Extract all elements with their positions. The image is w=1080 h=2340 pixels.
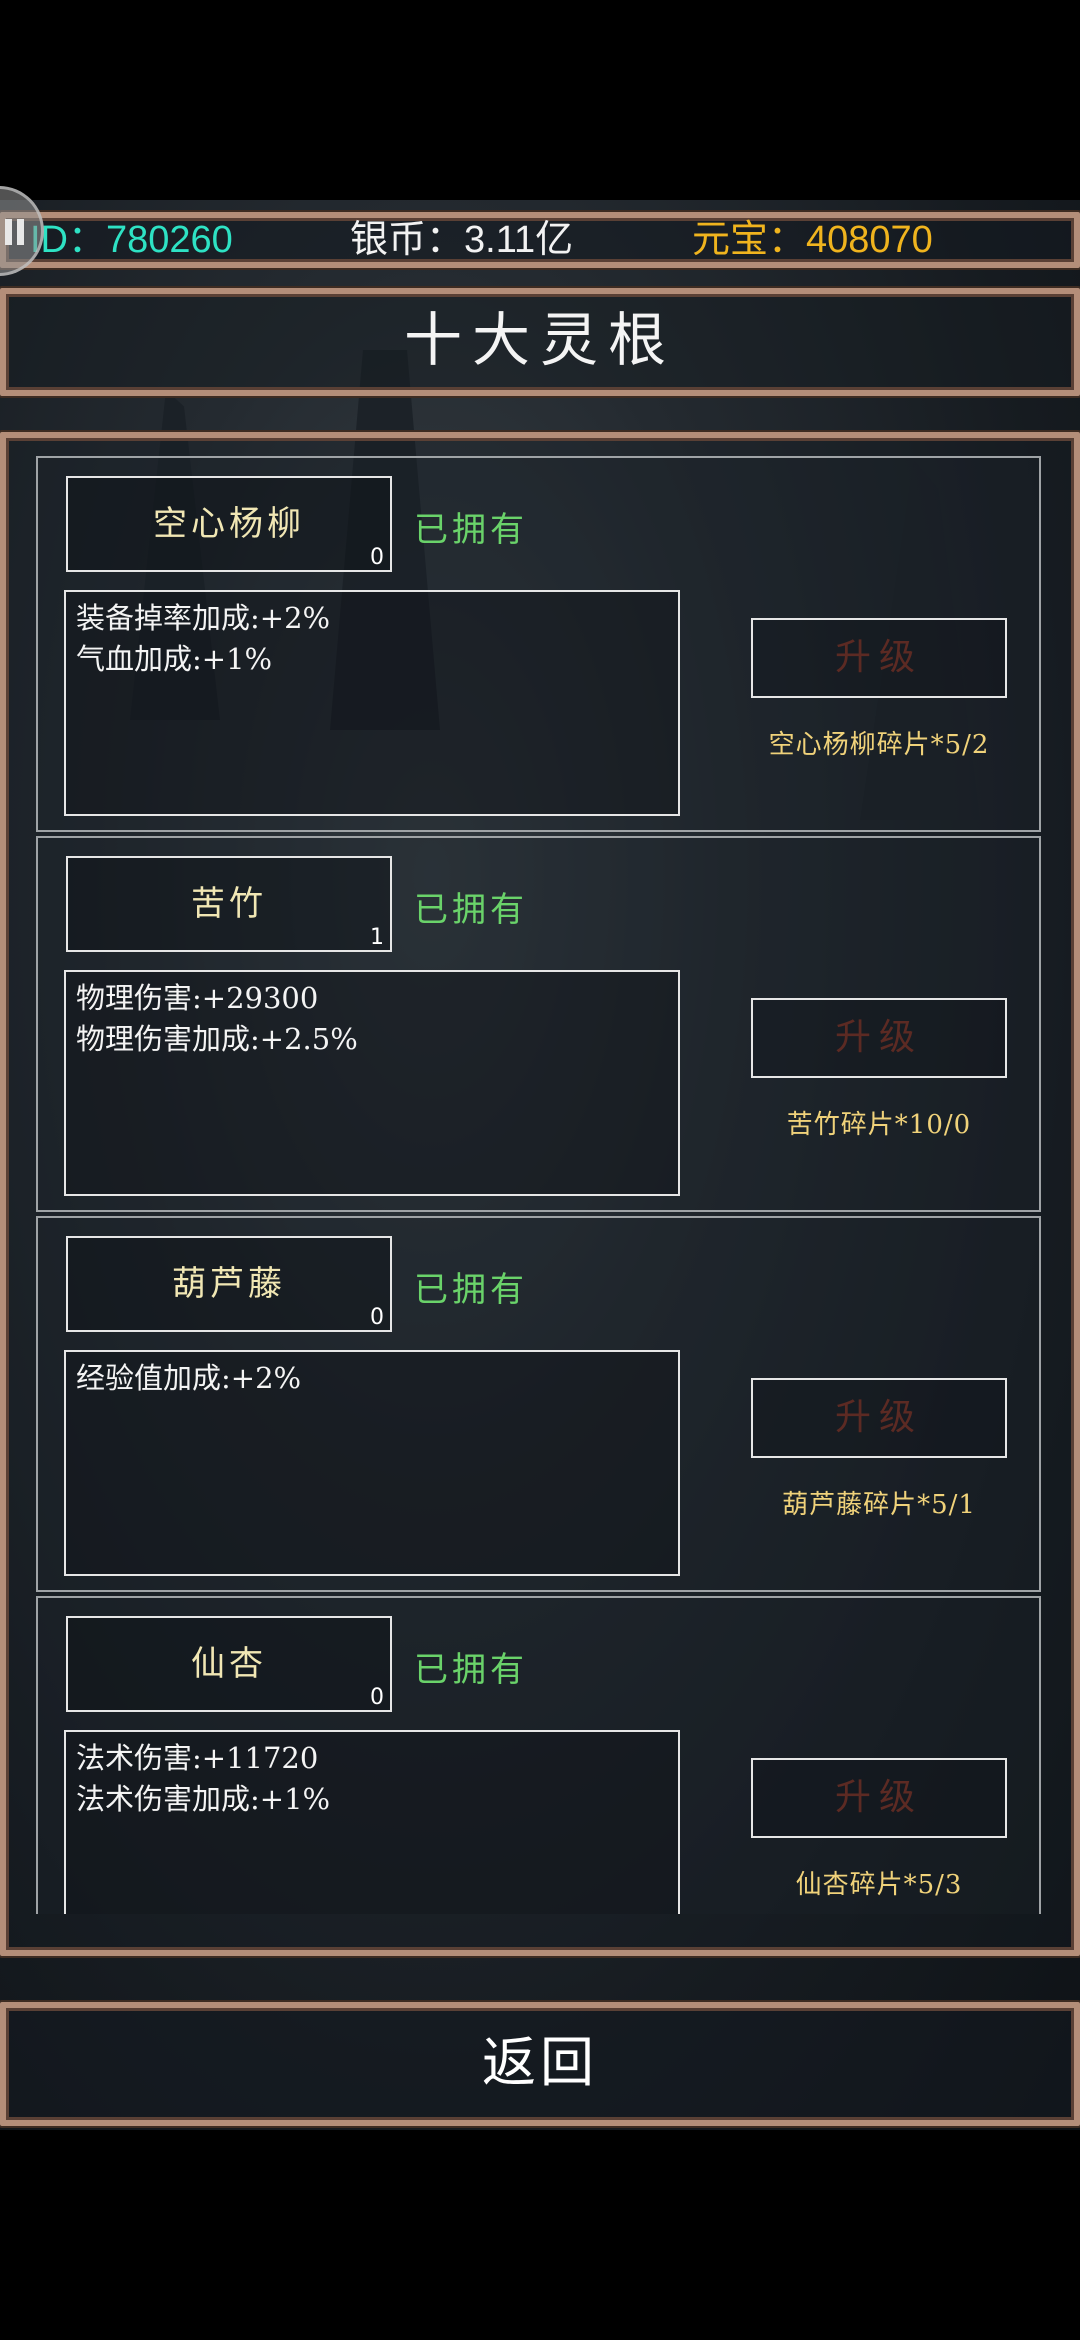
owned-status: 已拥有	[414, 1270, 528, 1310]
attribute-line: 经验值加成:+2%	[76, 1361, 302, 1395]
fragment-count: 空心杨柳碎片*5/2	[768, 730, 990, 760]
page-title: 十大灵根	[403, 306, 676, 374]
root-name-box[interactable]: 仙杏 0	[66, 1616, 392, 1712]
root-count: 0	[370, 1685, 384, 1710]
spirit-root-card: 苦竹 1 已拥有 物理伤害:+29300 物理伤害加成:+2.5% 升级 苦竹碎…	[36, 836, 1041, 1212]
silver-coin-count: 银币：3.11亿	[350, 219, 574, 261]
root-name: 苦竹	[191, 884, 267, 924]
attribute-line: 物理伤害:+29300	[76, 981, 319, 1015]
spirit-root-list[interactable]: 空心杨柳 0 已拥有 装备掉率加成:+2% 气血加成:+1% 升级 空心杨柳碎片…	[36, 456, 1041, 1914]
owned-status: 已拥有	[414, 1650, 528, 1690]
attribute-line: 物理伤害加成:+2.5%	[76, 1022, 358, 1056]
spirit-root-card: 葫芦藤 0 已拥有 经验值加成:+2% 升级 葫芦藤碎片*5/1	[36, 1216, 1041, 1592]
upgrade-button[interactable]: 升级	[751, 1758, 1007, 1838]
spirit-root-card: 空心杨柳 0 已拥有 装备掉率加成:+2% 气血加成:+1% 升级 空心杨柳碎片…	[36, 456, 1041, 832]
pause-icon	[5, 219, 12, 245]
back-button[interactable]: 返回	[0, 2002, 1080, 2126]
fragment-count: 苦竹碎片*10/0	[786, 1110, 972, 1140]
attribute-line: 气血加成:+1%	[76, 642, 273, 676]
upgrade-button[interactable]: 升级	[751, 618, 1007, 698]
root-count: 1	[370, 925, 384, 950]
attribute-line: 法术伤害加成:+1%	[76, 1782, 331, 1816]
attribute-box: 装备掉率加成:+2% 气血加成:+1%	[64, 590, 680, 816]
attribute-box: 法术伤害:+11720 法术伤害加成:+1%	[64, 1730, 680, 1914]
root-name: 仙杏	[191, 1644, 267, 1684]
player-id: ID：780260	[30, 219, 233, 261]
owned-status: 已拥有	[414, 890, 528, 930]
root-name-box[interactable]: 空心杨柳 0	[66, 476, 392, 572]
upgrade-button[interactable]: 升级	[751, 998, 1007, 1078]
attribute-box: 物理伤害:+29300 物理伤害加成:+2.5%	[64, 970, 680, 1196]
root-count: 0	[370, 1305, 384, 1330]
attribute-line: 装备掉率加成:+2%	[76, 601, 331, 635]
spirit-root-card: 仙杏 0 已拥有 法术伤害:+11720 法术伤害加成:+1% 升级 仙杏碎片*…	[36, 1596, 1041, 1914]
fragment-count: 仙杏碎片*5/3	[795, 1870, 963, 1900]
root-name-box[interactable]: 葫芦藤 0	[66, 1236, 392, 1332]
pause-icon-bar	[17, 219, 24, 245]
gold-ingot-count: 元宝：408070	[692, 219, 933, 261]
upgrade-button[interactable]: 升级	[751, 1378, 1007, 1458]
root-name: 葫芦藤	[172, 1264, 286, 1304]
root-count: 0	[370, 545, 384, 570]
attribute-box: 经验值加成:+2%	[64, 1350, 680, 1576]
root-name-box[interactable]: 苦竹 1	[66, 856, 392, 952]
fragment-count: 葫芦藤碎片*5/1	[782, 1490, 976, 1520]
attribute-line: 法术伤害:+11720	[76, 1741, 319, 1775]
owned-status: 已拥有	[414, 510, 528, 550]
root-name: 空心杨柳	[153, 504, 305, 544]
